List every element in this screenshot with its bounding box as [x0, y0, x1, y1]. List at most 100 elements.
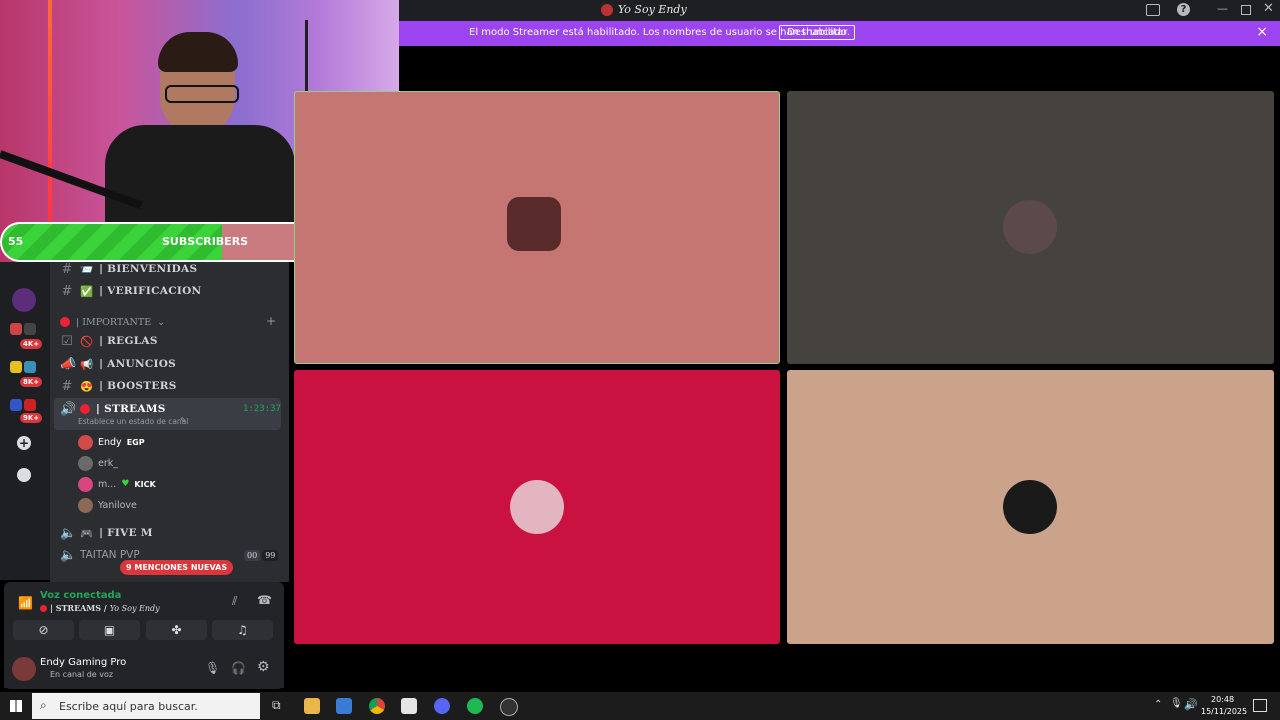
subscriber-current: 55 [8, 235, 24, 248]
app-icon[interactable] [401, 698, 417, 714]
title-bar: Yo Soy Endy ? — ✕ [399, 0, 1280, 21]
server-badge: 4K+ [20, 339, 43, 349]
username[interactable]: Endy Gaming Pro [40, 657, 126, 668]
camera-button[interactable]: ⊘ [13, 620, 74, 640]
store-icon[interactable] [336, 698, 352, 714]
minimize-icon[interactable]: — [1217, 2, 1228, 15]
rules-icon: ☑ [61, 333, 73, 349]
activities-button[interactable]: ✤ [146, 620, 207, 640]
signal-icon: 📶 [18, 596, 33, 610]
voice-timer: 1:23:37 [243, 404, 281, 414]
task-view-icon[interactable]: ⧉ [272, 698, 281, 713]
streamer-body [105, 125, 295, 235]
screen-share-button[interactable]: ▣ [79, 620, 140, 640]
explore-icon[interactable] [17, 468, 31, 482]
channel-status[interactable]: Establece un estado de canal [78, 417, 188, 426]
search-icon: ⌕ [40, 698, 47, 712]
activities-icon: ✤ [171, 623, 182, 637]
clock-time[interactable]: 20:48 [1211, 695, 1234, 704]
participant-avatar [507, 197, 561, 251]
video-tile-1[interactable] [294, 91, 780, 364]
voice-user[interactable]: m... ♥ KICK [78, 475, 156, 493]
notifications-icon[interactable] [1253, 699, 1267, 712]
search-placeholder: Escribe aquí para buscar. [59, 700, 198, 713]
user-panel: Endy Gaming Pro En canal de voz 🎙 🎧 ⚙ [4, 650, 284, 688]
video-tile-4[interactable] [787, 370, 1274, 644]
maximize-icon[interactable] [1241, 5, 1251, 15]
participant-avatar [510, 480, 564, 534]
avatar [78, 455, 93, 471]
soundboard-button[interactable]: ♫ [212, 620, 273, 640]
category-importante[interactable]: | IMPORTANTE ⌄ [60, 312, 165, 332]
voice-status: Voz conectada [40, 590, 122, 601]
settings-gear-icon[interactable]: ⚙ [257, 659, 270, 675]
chrome-icon[interactable] [369, 698, 385, 714]
noise-suppression-icon[interactable]: ⫽ [232, 594, 237, 609]
video-tile-3[interactable] [294, 370, 780, 644]
subscriber-label: SUBSCRIBERS [162, 235, 249, 248]
green-heart-icon: ♥ [121, 479, 130, 489]
headphones-icon[interactable]: 🎧 [231, 661, 246, 675]
server-icon[interactable] [12, 288, 36, 312]
hash-icon: # [61, 283, 73, 299]
discord-icon[interactable] [434, 698, 450, 714]
spotify-icon[interactable] [467, 698, 483, 714]
tray-chevron-icon[interactable]: ⌃ [1154, 699, 1162, 710]
channel-verificacion[interactable]: # ✅ | VERIFICACION [60, 281, 202, 301]
close-window-icon[interactable]: ✕ [1263, 1, 1274, 16]
speaker-icon: 🔊 [60, 401, 77, 417]
file-explorer-icon[interactable] [304, 698, 320, 714]
server-folder[interactable] [10, 358, 38, 378]
speaker-icon: 🔈 [60, 525, 77, 541]
channel-reglas[interactable]: ☑ 🚫 | REGLAS [60, 331, 158, 351]
windows-start-icon[interactable] [10, 700, 22, 712]
channel-five-m[interactable]: 🔈 🎮 | FIVE M [60, 523, 153, 543]
server-badge: 9K+ [20, 413, 43, 423]
add-server-icon[interactable]: + [17, 436, 31, 450]
voice-user[interactable]: Endy EGP [78, 433, 145, 451]
avatar [78, 434, 93, 450]
server-folder[interactable] [10, 320, 38, 340]
chevron-down-icon: ⌄ [157, 316, 166, 328]
voice-user[interactable]: Yanilove [78, 496, 137, 514]
microphone-icon[interactable]: 🎙 [205, 661, 220, 675]
server-badge: 8K+ [20, 377, 43, 387]
disable-button[interactable]: Deshabilitar [779, 25, 856, 40]
soundboard-icon: ♫ [237, 623, 248, 637]
participant-avatar [1003, 480, 1057, 534]
speaker-icon: 🔈 [60, 547, 77, 563]
pencil-icon[interactable]: ✎ [180, 416, 187, 425]
channel-bienvenidas[interactable]: # 📨 | BIENVENIDAS [60, 259, 197, 279]
mic-tray-icon[interactable]: 🎙 [1170, 698, 1183, 709]
channel-anuncios[interactable]: 📣 📢 | ANUNCIOS [60, 354, 176, 374]
banner-close-icon[interactable]: × [1256, 24, 1268, 40]
user-avatar[interactable] [12, 657, 36, 681]
screen-share-icon: ▣ [103, 623, 116, 637]
new-mentions-pill[interactable]: 9 MENCIONES NUEVAS [120, 560, 234, 575]
clock-date[interactable]: 15/11/2025 [1201, 707, 1247, 716]
server-list: 4K+ 8K+ 9K+ + [0, 262, 50, 580]
voice-user[interactable]: erk_ [78, 454, 118, 472]
channel-list: # 📨 | BIENVENIDAS # ✅ | VERIFICACION | I… [50, 262, 289, 582]
volume-icon[interactable]: 🔊 [1184, 698, 1198, 711]
channel-streams[interactable]: 🔊 | STREAMS [60, 399, 166, 419]
hash-icon: # [61, 378, 73, 394]
obs-icon[interactable] [500, 698, 518, 716]
avatar [78, 476, 93, 492]
hash-icon: # [61, 261, 73, 277]
help-icon[interactable]: ? [1177, 3, 1190, 16]
voice-channel-info[interactable]: | STREAMS / Yo Soy Endy [40, 603, 160, 613]
inbox-icon[interactable] [1146, 4, 1160, 16]
user-status: En canal de voz [50, 670, 114, 679]
video-tile-2[interactable] [787, 91, 1274, 364]
no-entry-icon [60, 317, 70, 327]
camera-off-icon: ⊘ [38, 623, 49, 637]
add-channel-icon[interactable]: + [266, 314, 276, 328]
window-title: Yo Soy Endy [618, 3, 687, 16]
taskbar: ⌕ Escribe aquí para buscar. ⧉ ⌃ 🎙 🔊 20:4… [0, 692, 1280, 720]
channel-boosters[interactable]: # 😍 | BOOSTERS [60, 376, 177, 396]
taskbar-search[interactable]: ⌕ Escribe aquí para buscar. [32, 693, 260, 719]
disconnect-icon[interactable]: ☎ [257, 593, 272, 607]
streamer-mode-banner: El modo Streamer está habilitado. Los no… [399, 21, 1280, 46]
no-entry-icon [80, 404, 90, 414]
